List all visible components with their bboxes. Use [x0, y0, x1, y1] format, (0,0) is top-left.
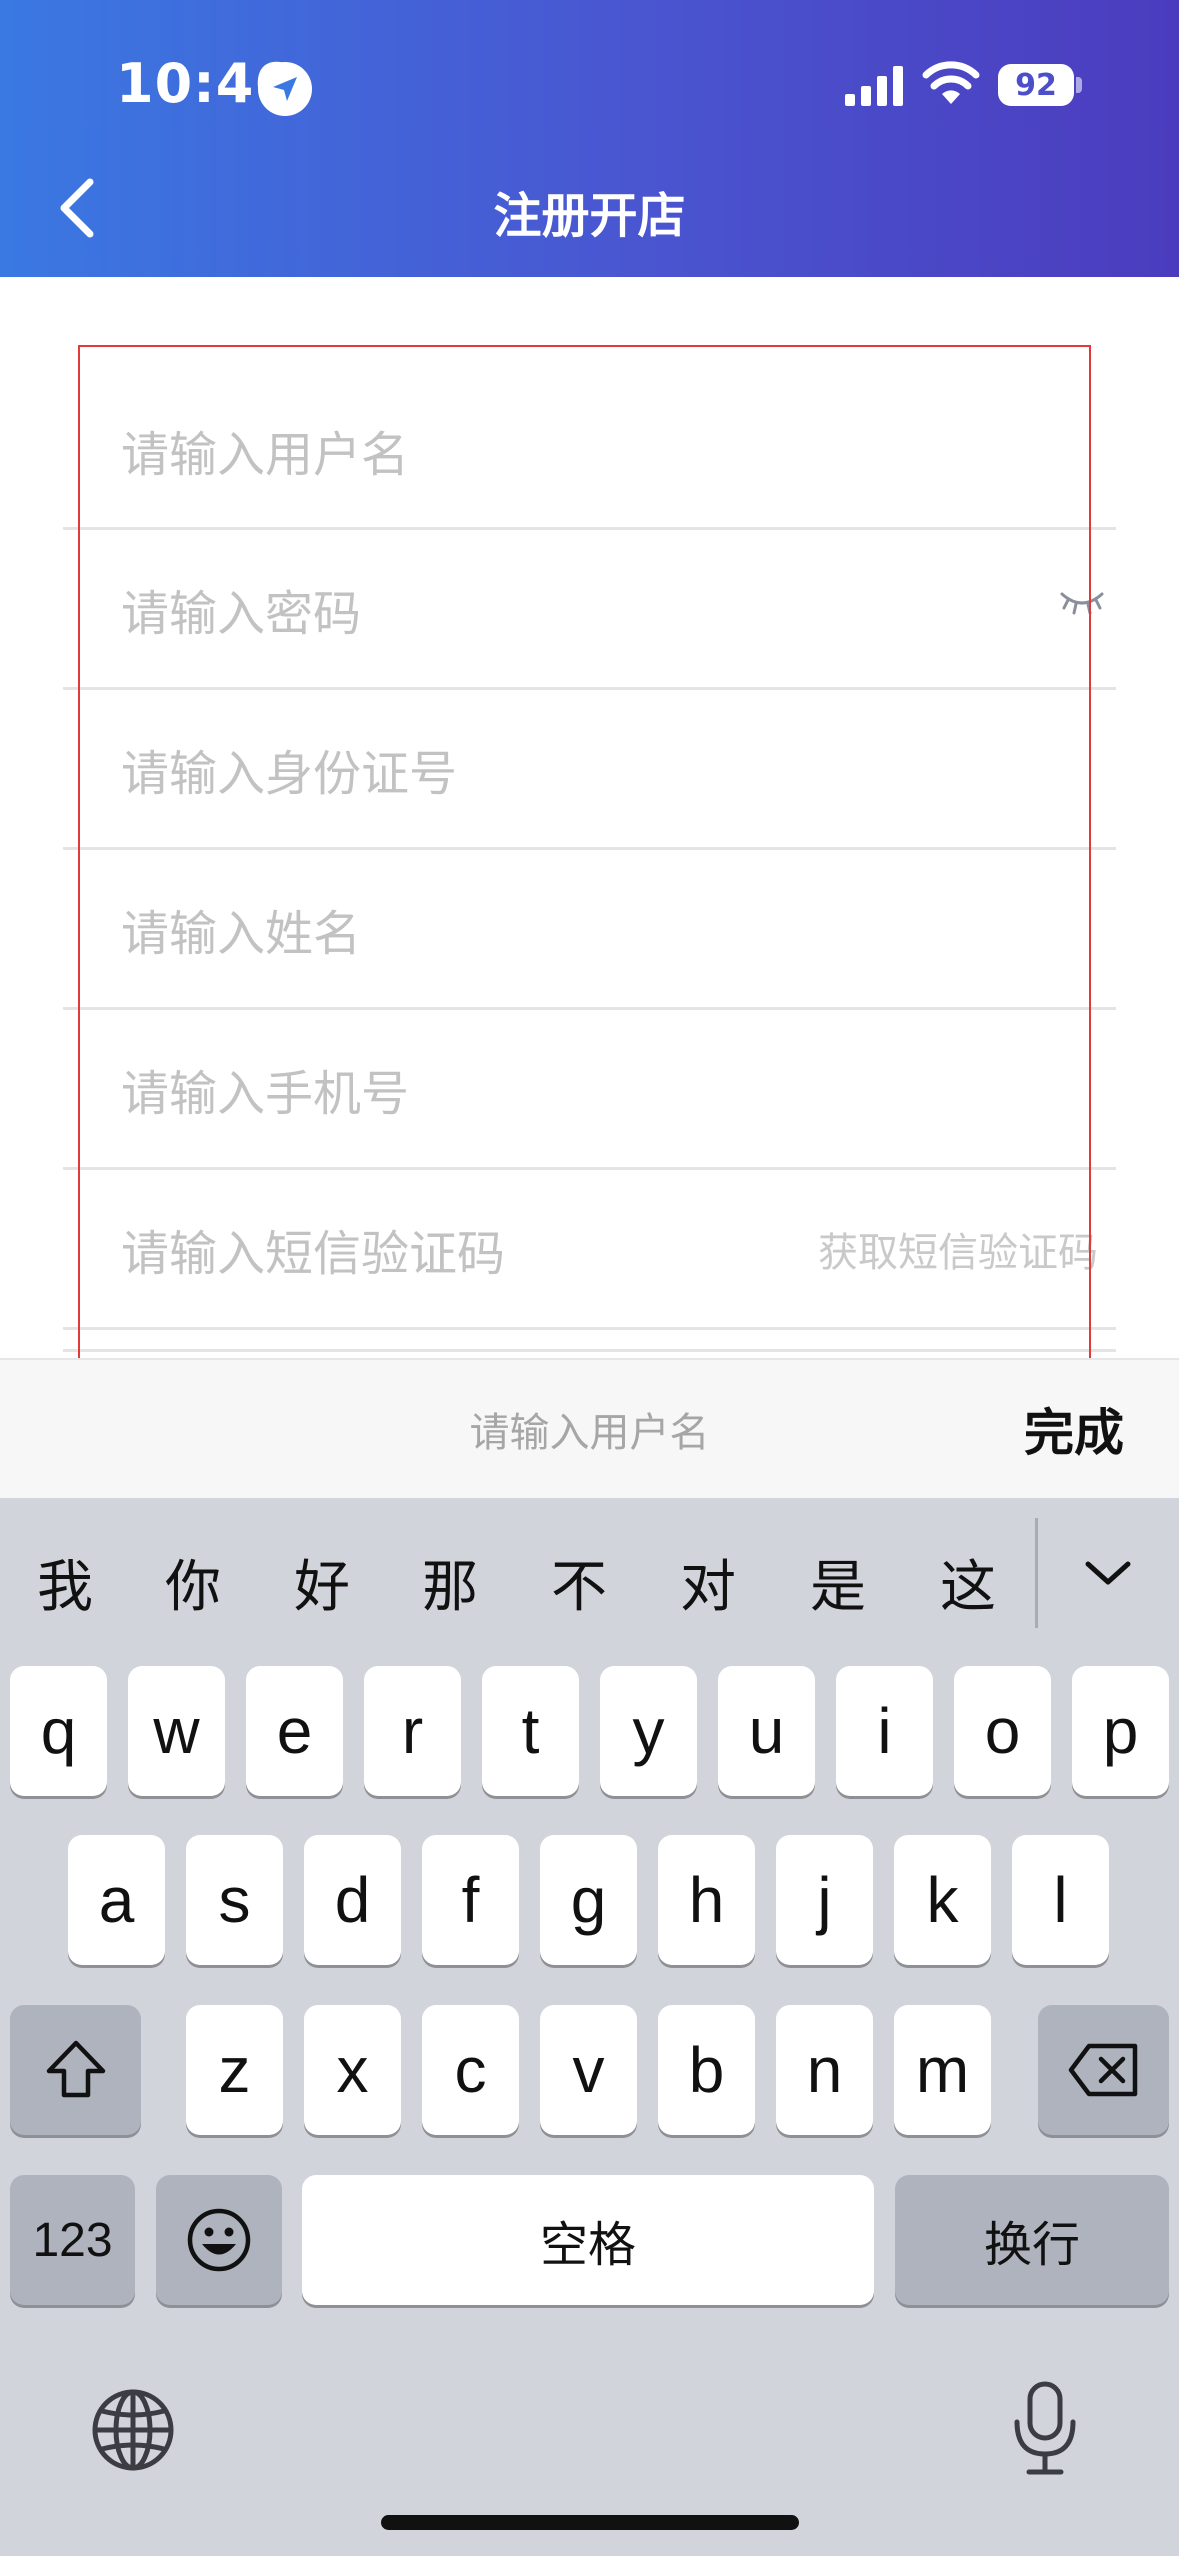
battery-tip: [1076, 77, 1082, 93]
shift-arrow-icon: [46, 2040, 105, 2098]
key-c[interactable]: c: [422, 2005, 519, 2135]
username-input[interactable]: 请输入用户名: [121, 370, 821, 530]
sms-code-row: 请输入短信验证码 获取短信验证码: [63, 1170, 1116, 1330]
get-sms-code-button[interactable]: 获取短信验证码: [818, 1170, 1098, 1327]
name-row: 请输入姓名: [63, 850, 1116, 1010]
password-input[interactable]: 请输入密码: [121, 530, 821, 687]
candidate-bar: 我 你 好 那 不 对 是 这: [0, 1498, 1179, 1666]
key-i[interactable]: i: [836, 1666, 933, 1796]
username-row: 请输入用户名: [63, 277, 1116, 530]
key-y[interactable]: y: [600, 1666, 697, 1796]
candidate-word[interactable]: 对: [658, 1498, 758, 1666]
key-e[interactable]: e: [246, 1666, 343, 1796]
space-key[interactable]: 空格: [302, 2175, 874, 2305]
done-button[interactable]: 完成: [1024, 1360, 1124, 1498]
key-q[interactable]: q: [10, 1666, 107, 1796]
battery-level: 92: [1015, 67, 1057, 103]
numbers-key[interactable]: 123: [10, 2175, 135, 2305]
key-w[interactable]: w: [128, 1666, 225, 1796]
key-b[interactable]: b: [658, 2005, 755, 2135]
candidate-word[interactable]: 这: [918, 1498, 1018, 1666]
key-v[interactable]: v: [540, 2005, 637, 2135]
eye-closed-icon[interactable]: [1058, 582, 1106, 622]
id-number-input[interactable]: 请输入身份证号: [121, 690, 821, 847]
nav-header: 10:46 92 注册开店: [0, 0, 1179, 277]
password-row: 请输入密码: [63, 530, 1116, 690]
name-input[interactable]: 请输入姓名: [121, 850, 821, 1007]
key-u[interactable]: u: [718, 1666, 815, 1796]
key-o[interactable]: o: [954, 1666, 1051, 1796]
emoji-key[interactable]: [156, 2175, 282, 2305]
key-r[interactable]: r: [364, 1666, 461, 1796]
key-h[interactable]: h: [658, 1835, 755, 1965]
battery-icon: 92: [998, 64, 1074, 106]
key-m[interactable]: m: [894, 2005, 991, 2135]
phone-input[interactable]: 请输入手机号: [121, 1010, 821, 1167]
phone-row: 请输入手机号: [63, 1010, 1116, 1170]
globe-icon[interactable]: [88, 2385, 178, 2475]
key-l[interactable]: l: [1012, 1835, 1109, 1965]
key-j[interactable]: j: [776, 1835, 873, 1965]
next-row-edge: [63, 1330, 1116, 1352]
candidate-word[interactable]: 是: [788, 1498, 888, 1666]
chevron-down-icon[interactable]: [1080, 1546, 1136, 1602]
candidate-word[interactable]: 不: [529, 1498, 629, 1666]
cellular-signal-icon: [845, 66, 903, 106]
key-p[interactable]: p: [1072, 1666, 1169, 1796]
emoji-icon: [187, 2208, 251, 2272]
backspace-key[interactable]: [1038, 2005, 1169, 2135]
wifi-icon: [922, 61, 980, 104]
candidate-word[interactable]: 我: [15, 1498, 115, 1666]
microphone-icon[interactable]: [1005, 2378, 1085, 2478]
key-t[interactable]: t: [482, 1666, 579, 1796]
key-k[interactable]: k: [894, 1835, 991, 1965]
keyboard-accessory-bar: 请输入用户名 完成: [0, 1358, 1179, 1498]
home-indicator: [381, 2515, 799, 2530]
key-n[interactable]: n: [776, 2005, 873, 2135]
id-number-row: 请输入身份证号: [63, 690, 1116, 850]
key-f[interactable]: f: [422, 1835, 519, 1965]
return-key[interactable]: 换行: [895, 2175, 1169, 2305]
key-s[interactable]: s: [186, 1835, 283, 1965]
backspace-icon: [1068, 2043, 1137, 2097]
shift-key[interactable]: [10, 2005, 141, 2135]
candidate-word[interactable]: 你: [143, 1498, 243, 1666]
key-z[interactable]: z: [186, 2005, 283, 2135]
active-field-preview: 请输入用户名: [469, 1410, 710, 1456]
page-title: 注册开店: [493, 188, 686, 244]
registration-form: 请输入用户名 请输入密码 请输入身份证号 请输入姓名 请输入手机号 请输入短信验…: [0, 277, 1179, 1357]
key-x[interactable]: x: [304, 2005, 401, 2135]
candidate-word[interactable]: 好: [272, 1498, 372, 1666]
key-a[interactable]: a: [68, 1835, 165, 1965]
candidate-word[interactable]: 那: [400, 1498, 500, 1666]
location-arrow-icon: [258, 62, 312, 116]
sms-code-input[interactable]: 请输入短信验证码: [121, 1170, 821, 1327]
candidate-divider: [1035, 1518, 1038, 1628]
key-d[interactable]: d: [304, 1835, 401, 1965]
key-g[interactable]: g: [540, 1835, 637, 1965]
